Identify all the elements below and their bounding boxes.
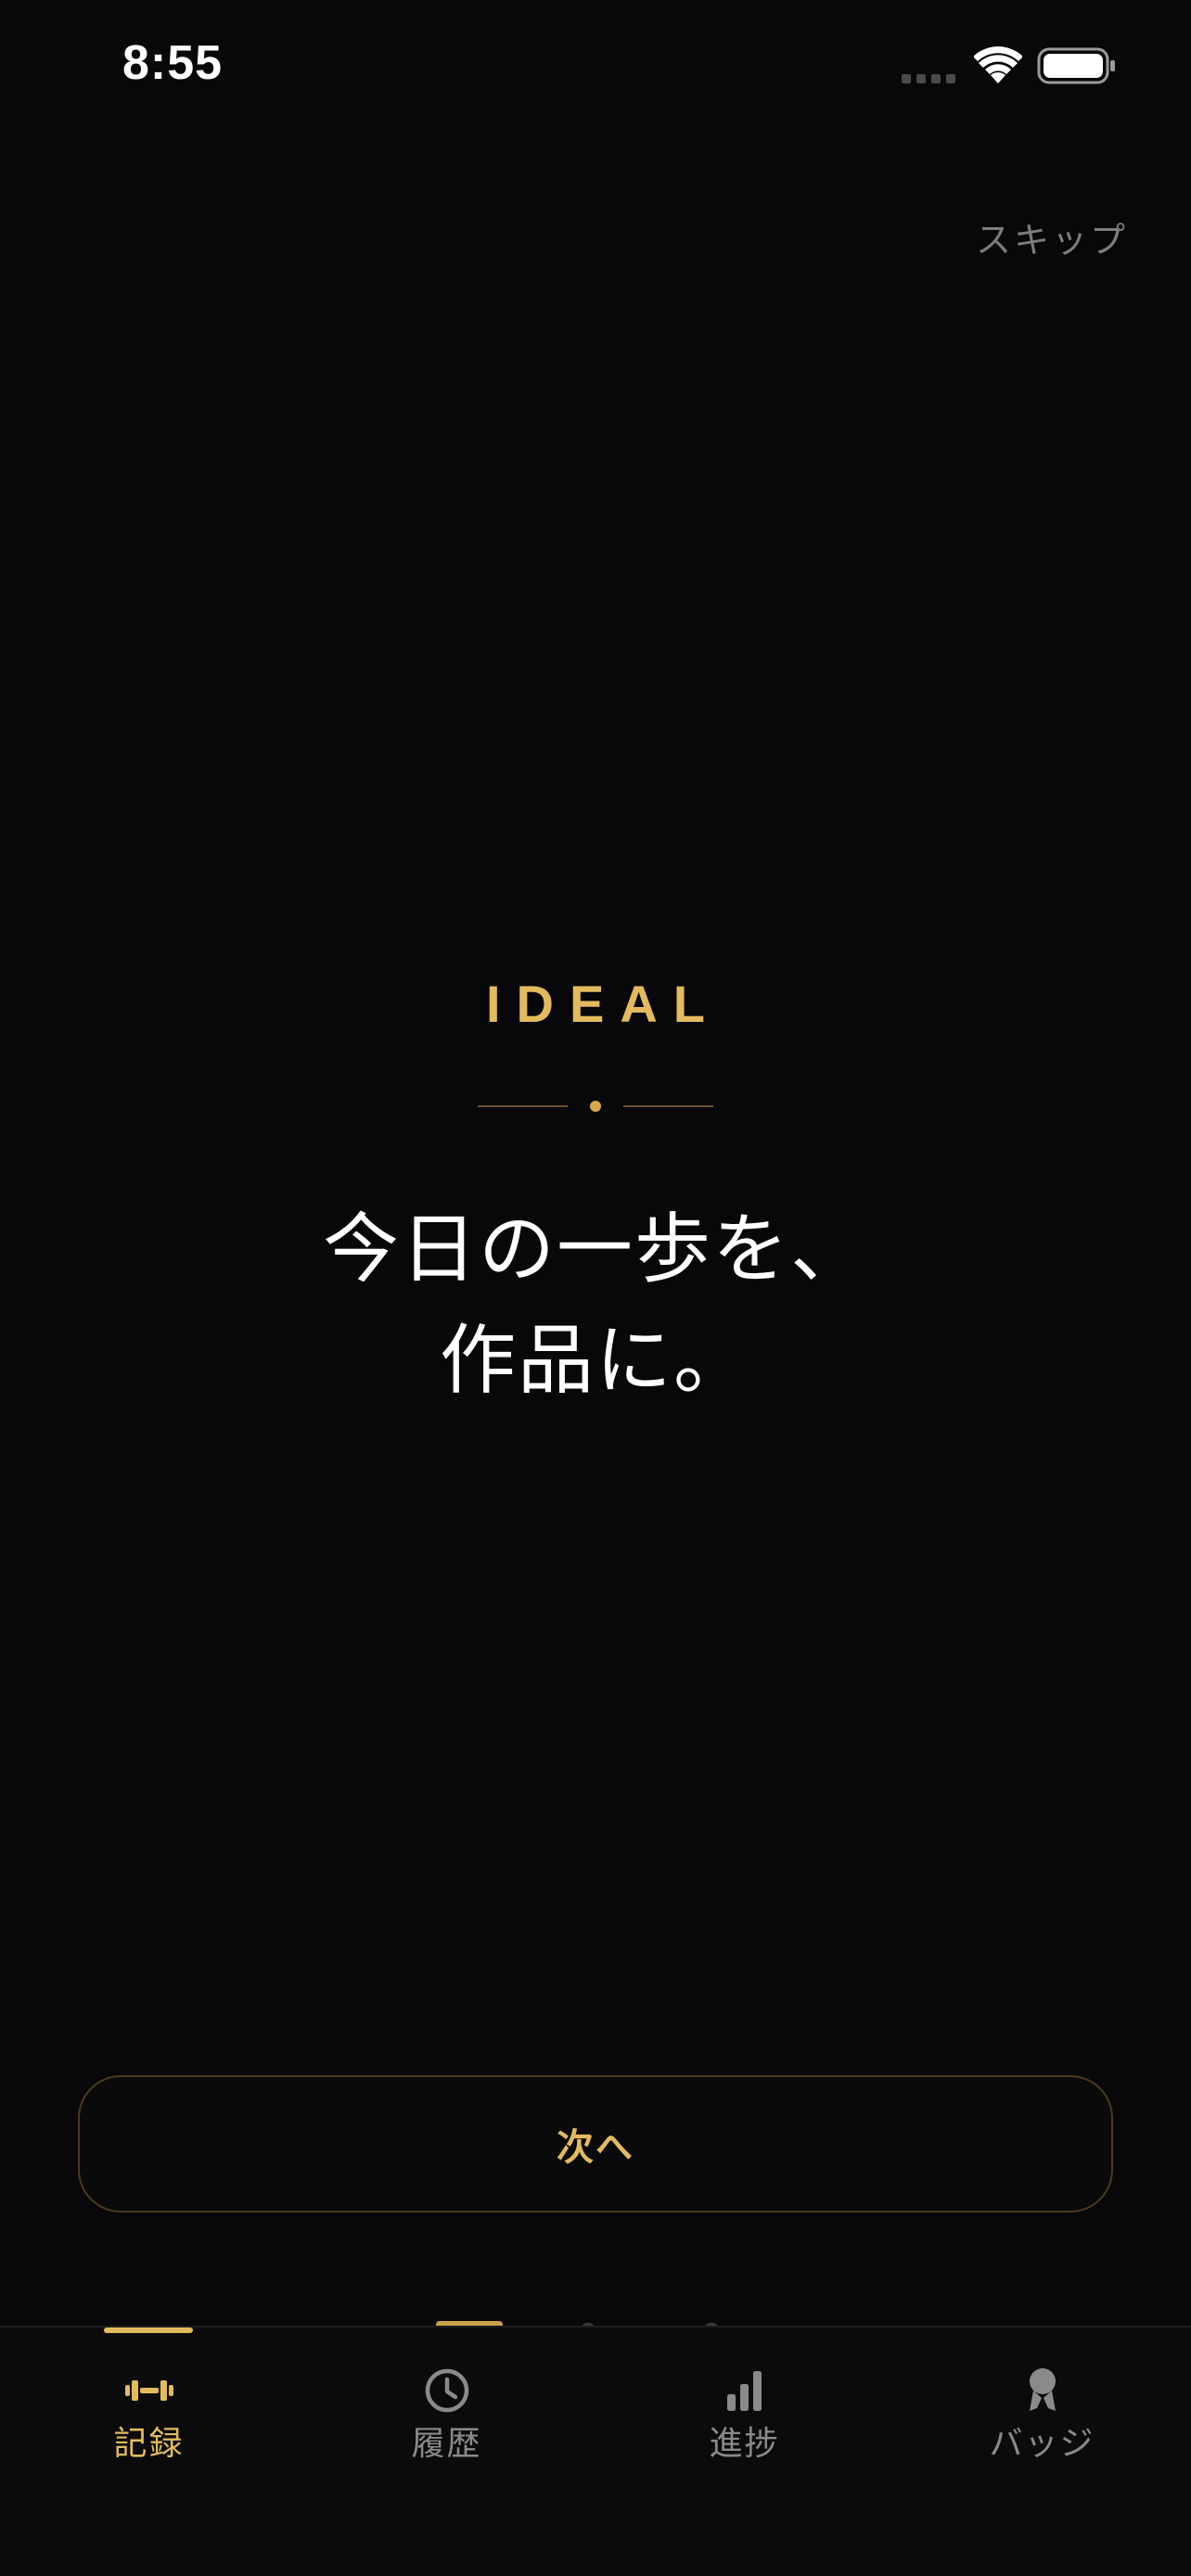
divider-line (478, 1105, 568, 1107)
battery-icon (1037, 47, 1115, 84)
next-button[interactable]: 次へ (78, 2075, 1113, 2213)
wifi-icon (974, 46, 1022, 83)
divider-line (623, 1105, 713, 1107)
dumbbell-icon (124, 2380, 173, 2401)
tab-label: バッジ (989, 2425, 1095, 2463)
next-button-label: 次へ (557, 2126, 634, 2169)
bar-chart-icon (726, 2371, 762, 2411)
medal-icon (1029, 2368, 1056, 2411)
skip-button[interactable]: スキップ (976, 211, 1128, 262)
status-time: 8:55 (122, 36, 224, 90)
tab-history[interactable]: 履歴 (298, 2327, 596, 2513)
clock-icon (425, 2368, 468, 2413)
tab-label: 記録 (113, 2425, 185, 2463)
tab-active-indicator (104, 2327, 193, 2333)
tab-badges[interactable]: バッジ (893, 2327, 1191, 2513)
cellular-signal-icon (902, 74, 955, 83)
brand-title: IDEAL (486, 975, 721, 1033)
status-bar: 8:55 (0, 0, 1191, 139)
divider-dot (590, 1101, 601, 1112)
tab-record[interactable]: 記録 (0, 2327, 298, 2513)
tagline-line-1: 今日の一歩を、 (322, 1205, 868, 1294)
tab-label: 履歴 (411, 2425, 482, 2463)
tab-label: 進捗 (709, 2425, 780, 2463)
tagline-line-2: 作品に。 (439, 1317, 751, 1405)
tab-bar: 記録 履歴 進捗 バッジ (0, 2326, 1191, 2576)
tab-progress[interactable]: 進捗 (596, 2327, 893, 2513)
brand-divider (478, 1100, 713, 1113)
